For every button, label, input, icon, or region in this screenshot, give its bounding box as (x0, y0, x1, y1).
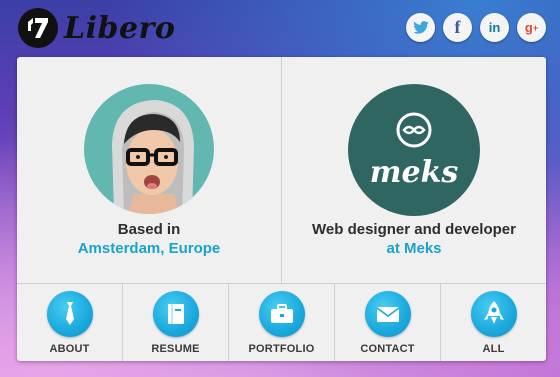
nav-contact[interactable]: CONTACT (335, 284, 441, 361)
avatar (84, 84, 214, 214)
nav-portfolio[interactable]: PORTFOLIO (229, 284, 335, 361)
nav-portfolio-label: PORTFOLIO (248, 343, 315, 355)
tie-icon (46, 291, 93, 337)
nav-contact-label: CONTACT (360, 343, 415, 355)
profile-cards: Based in Amsterdam, Europe meks Web desi… (17, 57, 546, 283)
twitter-icon[interactable] (406, 13, 435, 42)
social-links: f in g + (406, 13, 546, 42)
book-icon (152, 291, 199, 337)
nav-all[interactable]: ALL (441, 284, 546, 361)
nav-about-label: ABOUT (49, 343, 90, 355)
logo-wordmark: Libero (64, 10, 176, 46)
top-bar: Libero f in g + (0, 0, 560, 56)
occupation-card: meks Web designer and developer at Meks (282, 57, 546, 283)
rocket-icon (470, 291, 517, 337)
occupation-company: at Meks (386, 240, 442, 257)
site-logo[interactable]: Libero (18, 8, 175, 48)
location-card: Based in Amsterdam, Europe (17, 57, 281, 283)
logo-badge-icon (18, 8, 58, 48)
nav-about[interactable]: ABOUT (17, 284, 123, 361)
meks-logo-text: meks (370, 155, 459, 190)
occupation-label: Web designer and developer (312, 221, 516, 238)
location-value: Amsterdam, Europe (77, 240, 221, 257)
location-label: Based in (117, 221, 181, 238)
nav-all-label: ALL (482, 343, 505, 355)
google-plus-icon[interactable]: g + (517, 13, 546, 42)
profile-panel: Based in Amsterdam, Europe meks Web desi… (17, 57, 546, 361)
nav-resume[interactable]: RESUME (123, 284, 229, 361)
meks-logo: meks (348, 84, 480, 216)
facebook-icon[interactable]: f (443, 13, 472, 42)
nav-bar: ABOUT RESUME PORTFOLIO CONTACT ALL (17, 284, 546, 361)
briefcase-icon (258, 291, 305, 337)
envelope-icon (364, 291, 411, 337)
linkedin-icon[interactable]: in (480, 13, 509, 42)
nav-resume-label: RESUME (151, 343, 200, 355)
